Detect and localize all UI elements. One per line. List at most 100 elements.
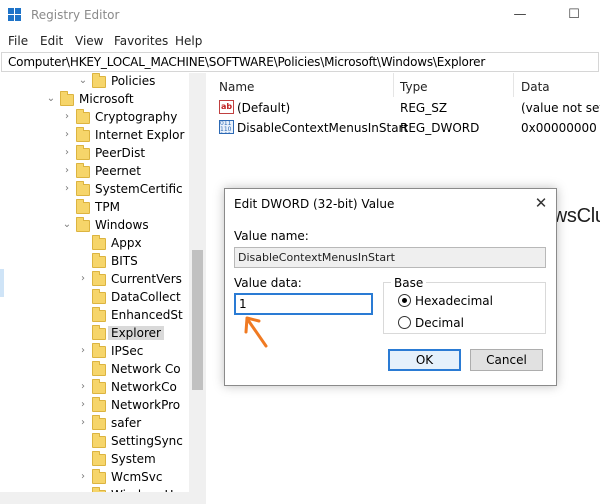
menu-edit[interactable]: Edit [40, 34, 63, 48]
tree-item-label: NetworkCo [111, 380, 177, 394]
value-name-field: DisableContextMenusInStart [234, 247, 546, 268]
tree-item[interactable]: › CurrentVers [0, 271, 205, 289]
decimal-label[interactable]: Decimal [415, 316, 464, 330]
folder-icon [92, 469, 106, 484]
menu-favorites[interactable]: Favorites [114, 34, 168, 48]
folder-icon [92, 361, 106, 376]
value-name: DisableContextMenusInStart [237, 121, 409, 135]
folder-icon [92, 433, 106, 448]
tree-item[interactable]: › Internet Explor [0, 127, 205, 145]
tree-item-label: Appx [111, 236, 142, 250]
column-divider[interactable] [393, 73, 394, 97]
registry-editor-icon [8, 8, 22, 22]
binary-value-icon: 011 110 101 [219, 120, 234, 134]
chevron-down-icon[interactable]: ⌄ [62, 219, 72, 230]
chevron-down-icon[interactable]: ⌄ [78, 75, 88, 86]
tree-horizontal-scrollbar[interactable] [0, 492, 206, 504]
column-divider[interactable] [513, 73, 514, 97]
tree-item[interactable]: BITS [0, 253, 205, 271]
column-header-type[interactable]: Type [400, 80, 428, 94]
value-name: (Default) [237, 101, 291, 115]
tree-item[interactable]: › IPSec [0, 343, 205, 361]
list-row[interactable]: 011 110 101 DisableContextMenusInStart R… [210, 118, 600, 138]
decimal-radio[interactable] [398, 316, 411, 329]
cancel-button[interactable]: Cancel [470, 349, 543, 371]
tree-item[interactable]: ⌄ Microsoft [0, 91, 205, 109]
tree-item[interactable]: ⌄ Policies [0, 73, 205, 91]
tree-item[interactable]: System [0, 451, 205, 469]
folder-icon [92, 379, 106, 394]
chevron-right-icon[interactable]: › [78, 273, 88, 284]
menu-bar: File Edit View Favorites Help [0, 30, 600, 52]
folder-icon [92, 325, 106, 340]
tree-item[interactable]: Appx [0, 235, 205, 253]
value-data-label: Value data: [234, 276, 302, 290]
arrow-annotation-icon [244, 316, 268, 348]
tree-item-label: EnhancedSt [111, 308, 183, 322]
tree-item[interactable]: › PeerDist [0, 145, 205, 163]
folder-icon [76, 181, 90, 196]
maximize-button[interactable]: ☐ [559, 4, 589, 26]
column-header-name[interactable]: Name [219, 80, 254, 94]
tree-item-label: Network Co [111, 362, 181, 376]
tree-item[interactable]: EnhancedSt [0, 307, 205, 325]
tree-item[interactable]: › SystemCertific [0, 181, 205, 199]
chevron-down-icon[interactable]: ⌄ [46, 93, 56, 104]
base-label: Base [391, 276, 427, 290]
tree-item-label: Peernet [95, 164, 141, 178]
list-row[interactable]: ab (Default) REG_SZ (value not set) [210, 98, 600, 118]
chevron-right-icon[interactable]: › [62, 165, 72, 176]
tree-scrollbar-thumb[interactable] [192, 250, 203, 390]
folder-icon [76, 217, 90, 232]
folder-icon [92, 253, 106, 268]
tree-item-label: BITS [111, 254, 138, 268]
tree-item[interactable]: › Peernet [0, 163, 205, 181]
chevron-right-icon[interactable]: › [62, 183, 72, 194]
value-type: REG_SZ [400, 101, 448, 115]
tree-item[interactable]: › WcmSvc [0, 469, 205, 487]
chevron-right-icon[interactable]: › [62, 147, 72, 158]
column-header-data[interactable]: Data [521, 80, 550, 94]
menu-file[interactable]: File [8, 34, 28, 48]
chevron-right-icon[interactable]: › [62, 111, 72, 122]
tree-item[interactable]: SettingSync [0, 433, 205, 451]
folder-icon [76, 109, 90, 124]
minimize-button[interactable]: — [505, 4, 535, 26]
value-data: 0x00000000 (0) [521, 121, 600, 135]
folder-icon [92, 451, 106, 466]
hexadecimal-radio[interactable] [398, 294, 411, 307]
folder-icon [76, 163, 90, 178]
menu-view[interactable]: View [75, 34, 103, 48]
hexadecimal-label[interactable]: Hexadecimal [415, 294, 493, 308]
chevron-right-icon[interactable]: › [78, 399, 88, 410]
tree-item[interactable]: Explorer [0, 325, 205, 343]
chevron-right-icon[interactable]: › [78, 345, 88, 356]
tree-item-label: safer [111, 416, 142, 430]
folder-icon [76, 127, 90, 142]
address-bar[interactable]: Computer\HKEY_LOCAL_MACHINE\SOFTWARE\Pol… [1, 52, 599, 72]
registry-tree[interactable]: ⌄ Policies ⌄ Microsoft › Cryptography › Interne… [0, 73, 206, 504]
tree-item[interactable]: TPM [0, 199, 205, 217]
tree-item[interactable]: › NetworkCo [0, 379, 205, 397]
chevron-right-icon[interactable]: › [62, 129, 72, 140]
menu-help[interactable]: Help [175, 34, 202, 48]
chevron-right-icon[interactable]: › [78, 381, 88, 392]
tree-item[interactable]: › NetworkPro [0, 397, 205, 415]
edit-dword-dialog: Edit DWORD (32-bit) Value ✕ Value name: … [224, 188, 557, 386]
tree-item[interactable]: › Cryptography [0, 109, 205, 127]
ok-button[interactable]: OK [388, 349, 461, 371]
dialog-close-button[interactable]: ✕ [527, 192, 555, 214]
chevron-right-icon[interactable]: › [78, 471, 88, 482]
tree-item-label: WcmSvc [111, 470, 163, 484]
folder-icon [60, 91, 74, 106]
folder-icon [76, 199, 90, 214]
tree-item-label: SystemCertific [95, 182, 183, 196]
tree-item[interactable]: ⌄ Windows [0, 217, 205, 235]
tree-item[interactable]: DataCollect [0, 289, 205, 307]
chevron-right-icon[interactable]: › [78, 417, 88, 428]
tree-item[interactable]: › safer [0, 415, 205, 433]
folder-icon [92, 397, 106, 412]
folder-icon [76, 145, 90, 160]
tree-item[interactable]: Network Co [0, 361, 205, 379]
value-data: (value not set) [521, 101, 600, 115]
